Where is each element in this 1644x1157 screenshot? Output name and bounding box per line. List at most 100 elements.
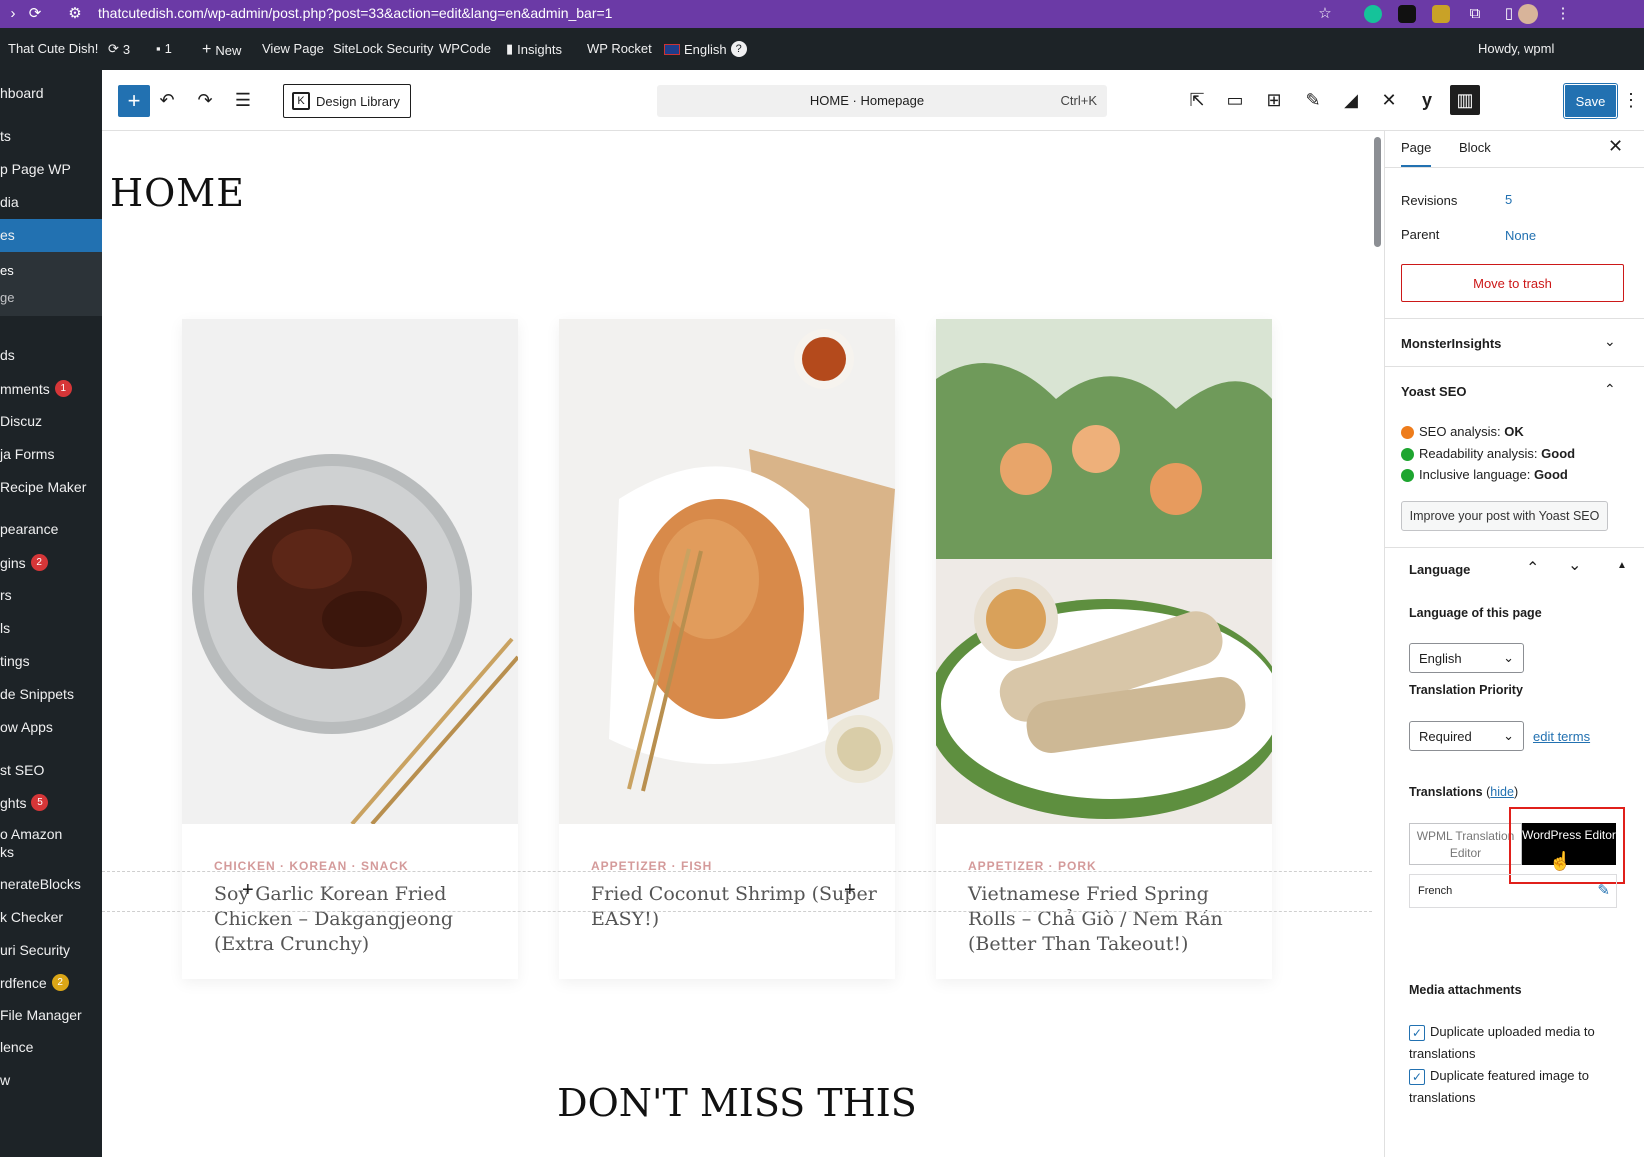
editor-canvas[interactable]: HOME CHICKEN · KOREAN · SNACK Soy Garlic… [102,131,1372,1157]
profile-avatar[interactable] [1518,4,1538,24]
options-menu-button[interactable]: ⋮ [1622,85,1640,115]
forward-icon[interactable]: › [4,5,22,23]
canvas-scrollbar[interactable] [1372,131,1384,1157]
sidebar-item-feeds[interactable]: ds [0,347,15,363]
sidebar-item-amazon[interactable]: o Amazon [0,826,62,842]
preview-device-button[interactable]: ▭ [1220,85,1250,115]
sidebar-item-top-page[interactable]: p Page WP [0,161,71,177]
priority-select[interactable]: Required ⌄ [1409,721,1524,751]
yoast-button[interactable]: y [1412,85,1442,115]
duplicate-featured-option[interactable]: ✓ Duplicate featured image to translation… [1409,1065,1624,1109]
move-up-icon[interactable]: ⌃ [1526,558,1539,578]
sidebar-item-ninja-forms[interactable]: ja Forms [0,446,54,462]
sidebar-item-generateblocks[interactable]: nerateBlocks [0,876,81,892]
browser-menu-icon[interactable]: ⋮ [1554,5,1572,23]
tab-page[interactable]: Page [1401,140,1432,167]
duplicate-media-option[interactable]: ✓ Duplicate uploaded media to translation… [1409,1021,1624,1065]
admin-bar-view-page[interactable]: View Page [262,41,324,56]
sidebar-item-uncanny-apps[interactable]: ow Apps [0,719,53,735]
address-bar[interactable]: thatcutedish.com/wp-admin/post.php?post=… [98,5,612,21]
sidebar-item-settings[interactable]: tings [0,653,30,669]
sidebar-item-pages[interactable]: es [0,227,15,243]
undo-button[interactable]: ↶ [152,85,182,115]
sidebar-item-posts[interactable]: ts [0,128,11,144]
sidebar-subitem-add-page[interactable]: ge [0,290,14,305]
admin-bar-howdy[interactable]: Howdy, wpml [1478,41,1554,56]
admin-bar-site-name[interactable]: That Cute Dish! [8,41,98,56]
sidebar-item-wordfence[interactable]: rdfence 2 [0,974,69,991]
add-block-plus-icon[interactable]: + [242,879,254,902]
extension-icon[interactable] [1432,5,1450,23]
edit-pencil-icon[interactable]: ✎ [1597,881,1610,899]
kadence-button[interactable]: ◢ [1336,85,1366,115]
edit-terms-link[interactable]: edit terms [1533,729,1590,744]
extensions-puzzle-icon[interactable]: ⧉ [1466,5,1484,23]
sidebar-item-yoast-seo[interactable]: st SEO [0,762,44,778]
admin-bar-updates[interactable]: ⟳ 3 [108,41,130,57]
wpml-editor-button[interactable]: WPML Translation Editor [1409,823,1522,865]
close-icon[interactable]: ✕ [1608,136,1623,157]
sidebar-item-insights[interactable]: ghts 5 [0,794,49,811]
plugin-x-button[interactable]: ✕ [1374,85,1404,115]
sidebar-item-appearance[interactable]: pearance [0,521,58,537]
recipe-image-chicken[interactable] [182,319,518,824]
recipe-image-shrimp[interactable] [559,319,895,824]
notes-button[interactable]: ✎ [1298,85,1328,115]
help-icon[interactable]: ? [730,41,747,57]
sidebar-item-amazon-links[interactable]: ks [0,844,14,860]
sidebar-item-plugins[interactable]: gins 2 [0,554,48,571]
language-select[interactable]: English ⌄ [1409,643,1524,673]
command-palette-bar[interactable]: HOME · Homepage Ctrl+K [657,85,1107,117]
add-block-plus-icon[interactable]: + [844,879,856,902]
sidebar-item-new[interactable]: w [0,1072,10,1088]
admin-bar-wpcode[interactable]: WPCode [439,41,491,56]
chevron-down-icon[interactable]: ⌄ [1604,333,1616,350]
sidebar-item-tools[interactable]: ls [0,620,10,636]
document-overview-button[interactable]: ☰ [228,85,258,115]
recipe-card[interactable]: APPETIZER · PORK Vietnamese Fried Spring… [936,319,1272,979]
card-title[interactable]: Soy Garlic Korean Fried Chicken – Dakgan… [214,882,504,957]
move-to-trash-button[interactable]: Move to trash [1401,264,1624,302]
sidebar-item-comments[interactable]: mments 1 [0,380,72,397]
translation-row-french[interactable]: French ✎ [1409,874,1617,908]
improve-yoast-button[interactable]: Improve your post with Yoast SEO [1401,501,1608,531]
sidebar-item-intelligence[interactable]: lence [0,1039,33,1055]
sidebar-item-users[interactable]: rs [0,587,12,603]
revisions-link[interactable]: 5 [1505,192,1512,207]
recipe-image-spring-rolls[interactable] [936,319,1272,824]
admin-bar-language[interactable]: English ? [664,41,747,57]
page-title[interactable]: HOME [110,171,245,215]
block-inserter-button[interactable]: + [118,85,150,117]
view-page-button[interactable]: ⇱ [1182,85,1212,115]
sidebar-item-file-manager[interactable]: File Manager [0,1007,82,1023]
site-info-icon[interactable]: ⚙ [66,5,84,23]
grammarly-extension-icon[interactable] [1364,5,1382,23]
extension-bolt-icon[interactable] [1398,5,1416,23]
admin-bar-wp-rocket[interactable]: WP Rocket [587,41,652,56]
checkbox-checked-icon[interactable]: ✓ [1409,1068,1425,1085]
admin-bar-comments[interactable]: ▪ 1 [156,41,172,56]
monsterinsights-panel-toggle[interactable]: MonsterInsights [1401,336,1501,351]
sidebar-item-recipe-maker[interactable]: Recipe Maker [0,479,86,495]
recipe-card[interactable]: CHICKEN · KOREAN · SNACK Soy Garlic Kore… [182,319,518,979]
grid-button[interactable]: ⊞ [1259,85,1289,115]
section-heading[interactable]: DON'T MISS THIS [102,1081,1372,1125]
save-button[interactable]: Save [1563,83,1618,119]
sidebar-item-sucuri-security[interactable]: uri Security [0,942,70,958]
sidebar-item-link-checker[interactable]: k Checker [0,909,63,925]
card-title[interactable]: Fried Coconut Shrimp (Super EASY!) [591,882,881,932]
sidebar-item-dashboard[interactable]: hboard [0,85,44,101]
hide-link[interactable]: hide [1490,785,1514,799]
card-title[interactable]: Vietnamese Fried Spring Rolls – Chả Giò … [968,882,1258,957]
sidebar-toggle-icon[interactable]: ▯ [1500,5,1518,23]
sidebar-subitem-all-pages[interactable]: es [0,263,14,278]
parent-link[interactable]: None [1505,228,1536,243]
admin-bar-sitelock[interactable]: SiteLock Security [333,41,433,56]
scrollbar-thumb[interactable] [1374,137,1381,247]
redo-button[interactable]: ↷ [190,85,220,115]
tab-block[interactable]: Block [1459,140,1491,155]
settings-toggle-button[interactable]: ▥ [1450,85,1480,115]
chevron-up-icon[interactable]: ⌃ [1604,381,1616,398]
sidebar-item-code-snippets[interactable]: de Snippets [0,686,74,702]
yoast-panel-toggle[interactable]: Yoast SEO [1401,384,1467,399]
